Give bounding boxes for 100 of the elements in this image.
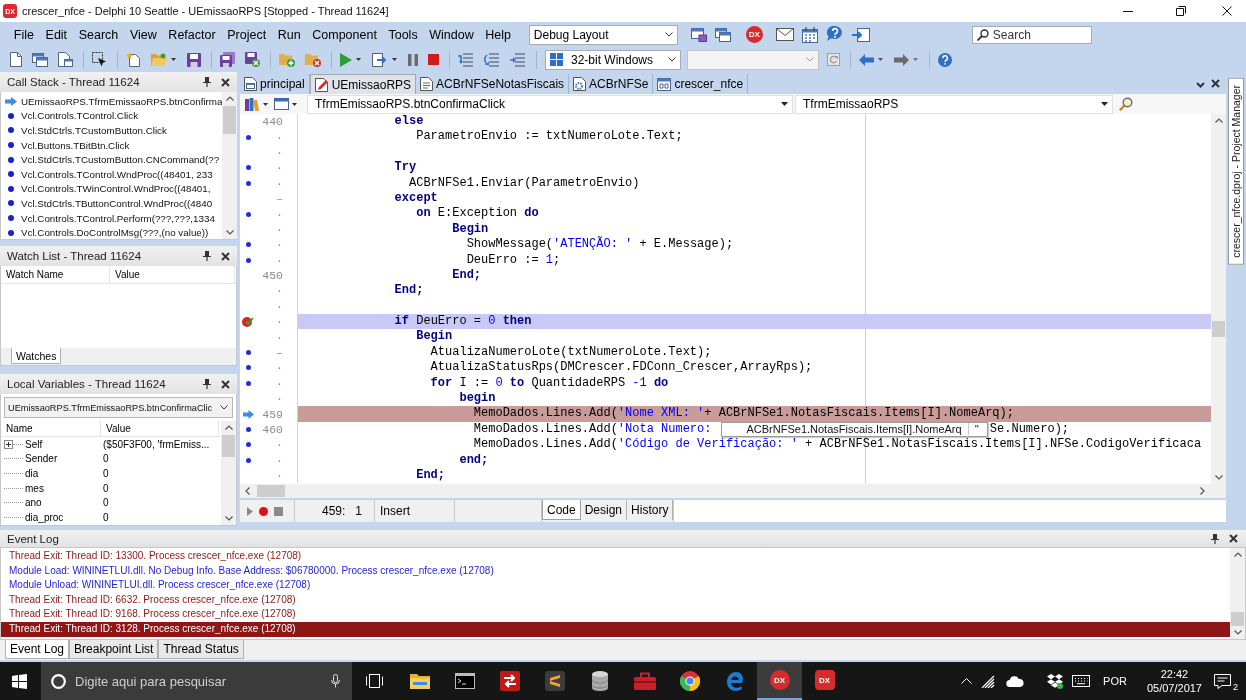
menu-item[interactable]: Help	[479, 24, 517, 45]
column-header[interactable]: Value	[110, 266, 235, 283]
call-stack-item[interactable]: Vcl.StdCtrls.TButtonControl.WndProc((4840	[1, 196, 223, 211]
column-header[interactable]: Name	[1, 421, 101, 436]
caret-icon[interactable]	[171, 58, 176, 61]
scroll-thumb[interactable]	[222, 435, 235, 457]
task-view-icon[interactable]	[366, 674, 383, 688]
layout-dropdown[interactable]: Debug Layout	[528, 24, 678, 45]
page-star-icon[interactable]	[126, 52, 141, 67]
logo-button[interactable]: DX	[745, 26, 763, 43]
microphone-icon[interactable]	[331, 674, 340, 688]
toolbox-icon[interactable]	[633, 672, 656, 690]
floppy-close-icon[interactable]	[245, 52, 260, 67]
pause-icon[interactable]	[408, 53, 418, 66]
calendar-icon[interactable]	[801, 26, 818, 43]
method-dropdown[interactable]: TfrmEmissaoRPS.btnConfirmaClick	[307, 94, 793, 114]
caret-icon[interactable]	[392, 58, 397, 61]
column-header[interactable]: Watch Name	[1, 266, 110, 283]
call-stack-item[interactable]: Vcl.Controls.TWinControl.WndProc((48401,	[1, 181, 223, 197]
scroll-left-icon[interactable]	[245, 487, 250, 495]
caret-icon[interactable]	[263, 102, 268, 106]
close-icon[interactable]	[1229, 534, 1238, 543]
scrollbar[interactable]	[221, 421, 236, 525]
caret-icon[interactable]	[878, 58, 883, 61]
play-icon[interactable]	[247, 506, 253, 516]
window-arrow-icon[interactable]	[851, 27, 870, 42]
list-down-arrow-icon[interactable]	[458, 52, 474, 67]
call-stack-item[interactable]: UEmissaoRPS.TfrmEmissaoRPS.btnConfirma	[1, 94, 223, 109]
scroll-thumb[interactable]	[1231, 612, 1244, 626]
floppy-icon[interactable]	[187, 52, 201, 67]
search-field[interactable]: Search	[971, 25, 1092, 44]
menu-item[interactable]: View	[124, 24, 163, 45]
expand-icon[interactable]	[4, 439, 13, 449]
call-stack-item[interactable]: Vcl.StdCtrls.TCustomButton.Click	[1, 123, 223, 138]
scrollbar[interactable]	[222, 92, 238, 239]
window-icon[interactable]	[274, 98, 289, 110]
caret-icon[interactable]	[356, 58, 361, 61]
project-manager-tab[interactable]: crescer_nfce.dproj - Project Manager	[1228, 78, 1244, 265]
list-right-arrow-icon[interactable]	[510, 52, 526, 67]
scope-dropdown[interactable]: UEmissaoRPS.TfrmEmissaoRPS.btnConfirmaClic	[4, 397, 233, 418]
browser-ring-icon[interactable]	[679, 671, 700, 691]
window-badge-icon[interactable]	[690, 27, 707, 42]
chevron-tile-icon[interactable]	[544, 671, 565, 691]
class-dropdown[interactable]: TfrmEmissaoRPS	[795, 94, 1113, 114]
menu-item[interactable]: Tools	[382, 24, 424, 45]
help-icon[interactable]	[938, 52, 952, 67]
forward-arrow-icon[interactable]	[894, 53, 909, 66]
call-stack-item[interactable]: Vcl.Controls.TControl.Click	[1, 108, 223, 124]
platform-dropdown[interactable]: 32-bit Windows	[545, 49, 681, 70]
windows-logo-icon[interactable]	[12, 673, 27, 689]
log-entry[interactable]: Thread Exit: Thread ID: 6632. Process crescer_nfce.exe (12708)	[1, 592, 1230, 608]
keyboard-icon[interactable]	[1072, 675, 1091, 687]
panel-tab[interactable]: Breakpoint List	[69, 640, 159, 659]
stop-square-icon[interactable]	[274, 506, 283, 516]
pin-icon[interactable]	[203, 379, 211, 389]
envelope-icon[interactable]	[775, 28, 794, 41]
scroll-thumb[interactable]	[1212, 321, 1225, 337]
folder-remove-icon[interactable]	[305, 52, 321, 67]
back-arrow-icon[interactable]	[859, 53, 874, 66]
editor-tab[interactable]: UEmissaoRPS	[309, 74, 417, 94]
log-entry[interactable]: Thread Exit: Thread ID: 9168. Process crescer_nfce.exe (12708)	[1, 607, 1230, 622]
cloud-icon[interactable]	[1006, 675, 1025, 687]
log-entry[interactable]: Thread Exit: Thread ID: 3128. Process crescer_nfce.exe (12708)	[1, 621, 1230, 637]
log-entry[interactable]: Thread Exit: Thread ID: 13300. Process crescer_nfce.exe (12708)	[1, 549, 1230, 564]
menu-item[interactable]: Refactor	[162, 24, 222, 45]
pin-icon[interactable]	[203, 77, 211, 87]
diamonds-check-icon[interactable]	[1047, 673, 1064, 689]
window-stack-icon[interactable]	[32, 52, 48, 67]
pin-icon[interactable]	[203, 251, 211, 261]
notification-icon[interactable]	[1214, 673, 1231, 689]
scroll-right-icon[interactable]	[1200, 487, 1205, 495]
panel-tab[interactable]: Thread Status	[158, 640, 244, 659]
scroll-down-icon[interactable]	[1214, 475, 1223, 480]
scroll-up-icon[interactable]	[1233, 552, 1242, 557]
menu-item[interactable]: Component	[306, 24, 383, 45]
taskbar-app-button[interactable]: DX	[802, 662, 847, 700]
scroll-up-icon[interactable]	[1214, 118, 1223, 123]
pin-icon[interactable]	[1211, 533, 1219, 544]
column-header[interactable]: Value	[101, 421, 219, 436]
floppy-stack-icon[interactable]	[220, 52, 235, 67]
page-arrow-icon[interactable]	[372, 52, 388, 67]
menu-item[interactable]: File	[8, 24, 40, 45]
selection-icon[interactable]	[92, 52, 107, 67]
panel-tab[interactable]: Watches	[11, 348, 62, 364]
close-icon[interactable]	[221, 251, 230, 261]
scroll-up-icon[interactable]	[225, 96, 234, 101]
menu-item[interactable]: Window	[423, 24, 480, 45]
scroll-down-icon[interactable]	[224, 516, 233, 521]
close-icon[interactable]	[1211, 79, 1220, 88]
help-bubble-icon[interactable]	[825, 26, 844, 43]
caret-icon[interactable]	[292, 102, 297, 106]
search-field[interactable]: Digite aqui para pesquisar	[41, 662, 352, 700]
database-icon[interactable]	[591, 671, 608, 691]
scrollbar[interactable]	[1211, 114, 1226, 484]
close-icon[interactable]	[221, 77, 230, 87]
scroll-thumb[interactable]	[257, 485, 285, 497]
input-language[interactable]: POR	[1103, 675, 1127, 687]
panel-tab[interactable]: Event Log	[5, 640, 70, 659]
scroll-down-icon[interactable]	[1233, 630, 1242, 635]
log-entry[interactable]: Module Load: WININETLUI.dll. No Debug Info. Base Address: $06780000. Process crescer_nfce.exe (12708)	[1, 563, 1230, 579]
